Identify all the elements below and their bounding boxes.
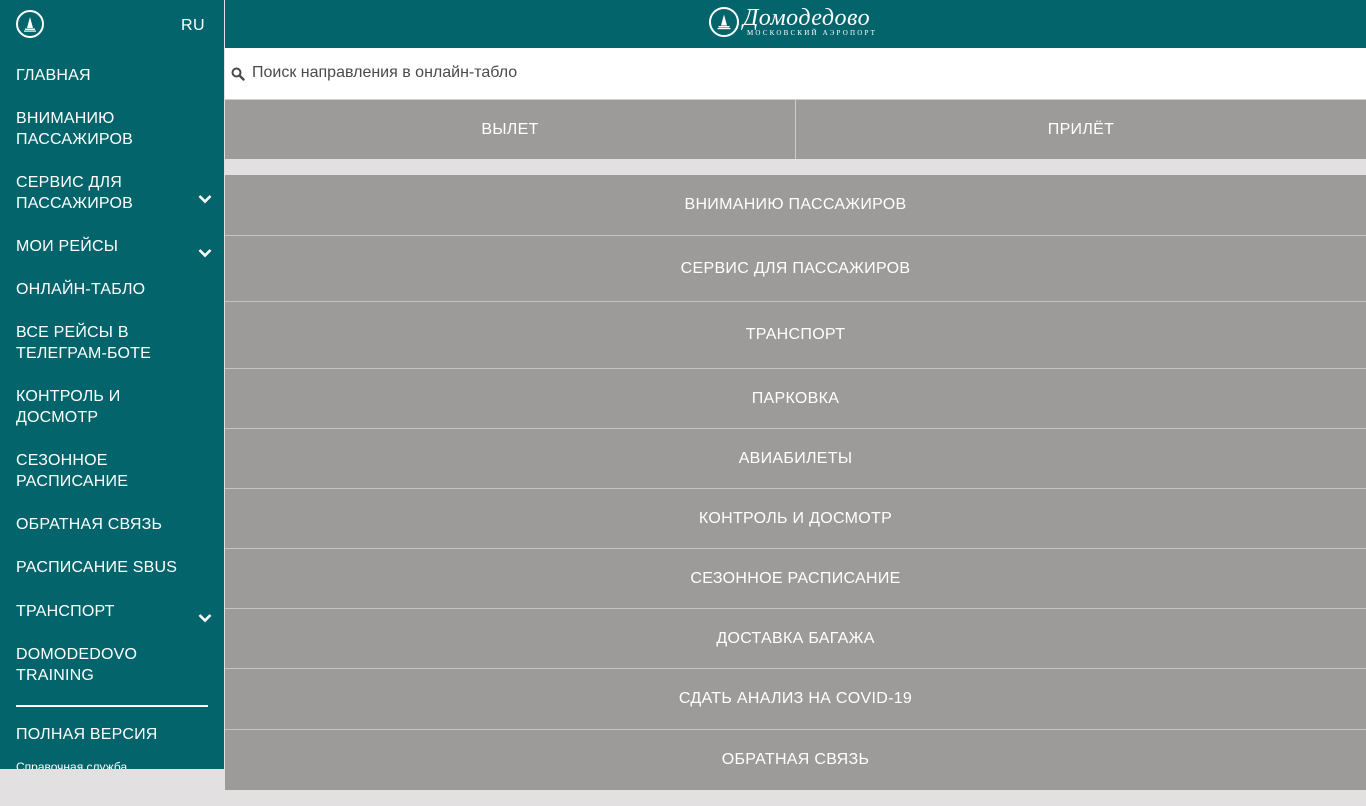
chevron-down-icon[interactable] <box>198 613 212 623</box>
menu-item[interactable]: Контроль и досмотр <box>225 489 1366 549</box>
tab-arrivals[interactable]: Прилёт <box>795 100 1366 159</box>
sidebar-item[interactable]: Онлайн-табло <box>0 271 224 314</box>
helpdesk-link[interactable]: Справочная служба <box>16 760 127 769</box>
full-version-link[interactable]: Полная версия <box>16 726 158 744</box>
menu-item[interactable]: Сервис для пассажиров <box>225 236 1366 302</box>
sidebar-item-label: Мои рейсы <box>16 238 119 255</box>
sidebar-item-label: Все рейсы в Телеграм-боте <box>16 324 152 362</box>
top-bar: Домодедово Московский аэропорт <box>225 0 1366 48</box>
sidebar-item[interactable]: Все рейсы в Телеграм-боте <box>0 314 224 378</box>
menu-item[interactable]: Авиабилеты <box>225 429 1366 489</box>
sidebar-header: RU <box>0 0 224 50</box>
sidebar-item-label: Транспорт <box>16 603 115 620</box>
brand-emblem-icon <box>709 7 739 37</box>
brand-subtitle: Московский аэропорт <box>747 29 878 37</box>
sidebar-item-label: Расписание SBUS <box>16 559 178 576</box>
main-menu: Вниманию пассажиров Сервис для пассажиров… <box>225 175 1366 790</box>
sidebar-item[interactable]: Вниманию пассажиров <box>0 100 224 164</box>
sidebar-item-label: Онлайн-табло <box>16 281 146 298</box>
sidebar-item-label: Сервис для пассажиров <box>16 174 133 212</box>
tab-departures[interactable]: Вылет <box>225 100 795 159</box>
search-icon <box>231 67 245 81</box>
brand-name: Домодедово <box>743 5 871 31</box>
menu-item[interactable]: Сдать анализ на COVID-19 <box>225 669 1366 730</box>
menu-item[interactable]: Доставка багажа <box>225 609 1366 669</box>
sidebar-item[interactable]: Обратная связь <box>0 506 224 549</box>
sidebar-item[interactable]: Расписание SBUS <box>0 549 224 593</box>
sidebar-item-label: Обратная связь <box>16 516 163 533</box>
sidebar-nav: Главная Вниманию пассажиров Сервис для пас… <box>0 50 224 700</box>
search-input[interactable] <box>252 62 1352 84</box>
chevron-down-icon[interactable] <box>198 194 212 204</box>
menu-item[interactable]: Транспорт <box>225 302 1366 369</box>
menu-item[interactable]: Парковка <box>225 369 1366 429</box>
sidebar-item-label: Domodedovo Training <box>16 646 138 684</box>
brand-logo[interactable]: Домодедово Московский аэропорт <box>709 5 878 37</box>
search-bar <box>225 48 1366 100</box>
language-switch[interactable]: RU <box>181 17 205 35</box>
sidebar-item-label: Сезонное расписание <box>16 452 129 490</box>
menu-item[interactable]: Вниманию пассажиров <box>225 175 1366 236</box>
sidebar-divider <box>16 705 208 707</box>
sidebar-item-label: Вниманию пассажиров <box>16 110 133 148</box>
menu-item[interactable]: Сезонное расписание <box>225 549 1366 609</box>
chevron-down-icon[interactable] <box>198 248 212 258</box>
airport-logo-icon[interactable] <box>16 10 44 38</box>
sidebar-item[interactable]: Контроль и досмотр <box>0 378 224 442</box>
sidebar-item-label: Контроль и досмотр <box>16 388 121 426</box>
sidebar-item[interactable]: Мои рейсы <box>0 228 224 271</box>
flight-tabs: Вылет Прилёт <box>225 100 1366 159</box>
sidebar-item[interactable]: Сервис для пассажиров <box>0 164 224 228</box>
sidebar-item[interactable]: Главная <box>0 50 224 100</box>
sidebar-item[interactable]: Domodedovo Training <box>0 636 224 700</box>
menu-item[interactable]: Обратная связь <box>225 730 1366 790</box>
sidebar-item[interactable]: Транспорт <box>0 593 224 636</box>
sidebar: RU Главная Вниманию пассажиров Сервис для … <box>0 0 224 769</box>
sidebar-item[interactable]: Сезонное расписание <box>0 442 224 506</box>
sidebar-item-label: Главная <box>16 67 91 84</box>
